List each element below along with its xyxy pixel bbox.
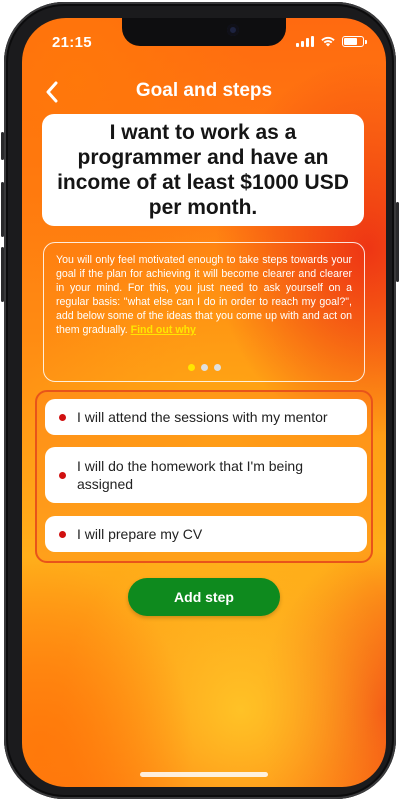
carousel-dot[interactable] [187, 364, 195, 371]
power-button [396, 202, 399, 282]
bullet-icon [59, 530, 66, 538]
find-out-why-link[interactable]: Find out why [131, 324, 196, 336]
cellular-signal-icon [296, 35, 314, 47]
wifi-icon [321, 36, 335, 47]
volume-down-button [1, 247, 4, 302]
steps-list: I will attend the sessions with my mento… [35, 390, 373, 563]
goal-text: I want to work as a programmer and have … [57, 121, 349, 219]
home-indicator[interactable] [140, 772, 268, 777]
step-item[interactable]: I will prepare my CV [45, 516, 367, 552]
carousel-dots [44, 364, 364, 371]
phone-frame: 21:15 Goal and steps I want to work as a… [1, 2, 399, 799]
info-text: You will only feel motivated enough to t… [56, 253, 352, 337]
bullet-icon [59, 471, 66, 479]
battery-icon [342, 35, 367, 47]
step-item[interactable]: I will do the homework that I'm being as… [45, 447, 367, 503]
front-camera [227, 24, 239, 36]
info-carousel-card[interactable]: You will only feel motivated enough to t… [43, 242, 365, 382]
mute-switch [1, 132, 4, 160]
status-icons [296, 35, 367, 47]
bullet-icon [59, 413, 66, 421]
step-item[interactable]: I will attend the sessions with my mento… [45, 399, 367, 435]
info-body: You will only feel motivated enough to t… [56, 254, 352, 336]
volume-up-button [1, 182, 4, 237]
notch [122, 18, 286, 46]
add-step-button[interactable]: Add step [128, 578, 280, 616]
status-time: 21:15 [52, 34, 92, 51]
step-text: I will prepare my CV [77, 526, 203, 542]
header: Goal and steps [22, 78, 386, 106]
step-text: I will attend the sessions with my mento… [77, 409, 328, 425]
step-text: I will do the homework that I'm being as… [77, 458, 304, 492]
app-screen: 21:15 Goal and steps I want to work as a… [22, 18, 386, 787]
carousel-dot[interactable] [200, 364, 208, 371]
goal-card: I want to work as a programmer and have … [42, 114, 364, 226]
carousel-dot[interactable] [213, 364, 221, 371]
page-title: Goal and steps [135, 80, 273, 101]
